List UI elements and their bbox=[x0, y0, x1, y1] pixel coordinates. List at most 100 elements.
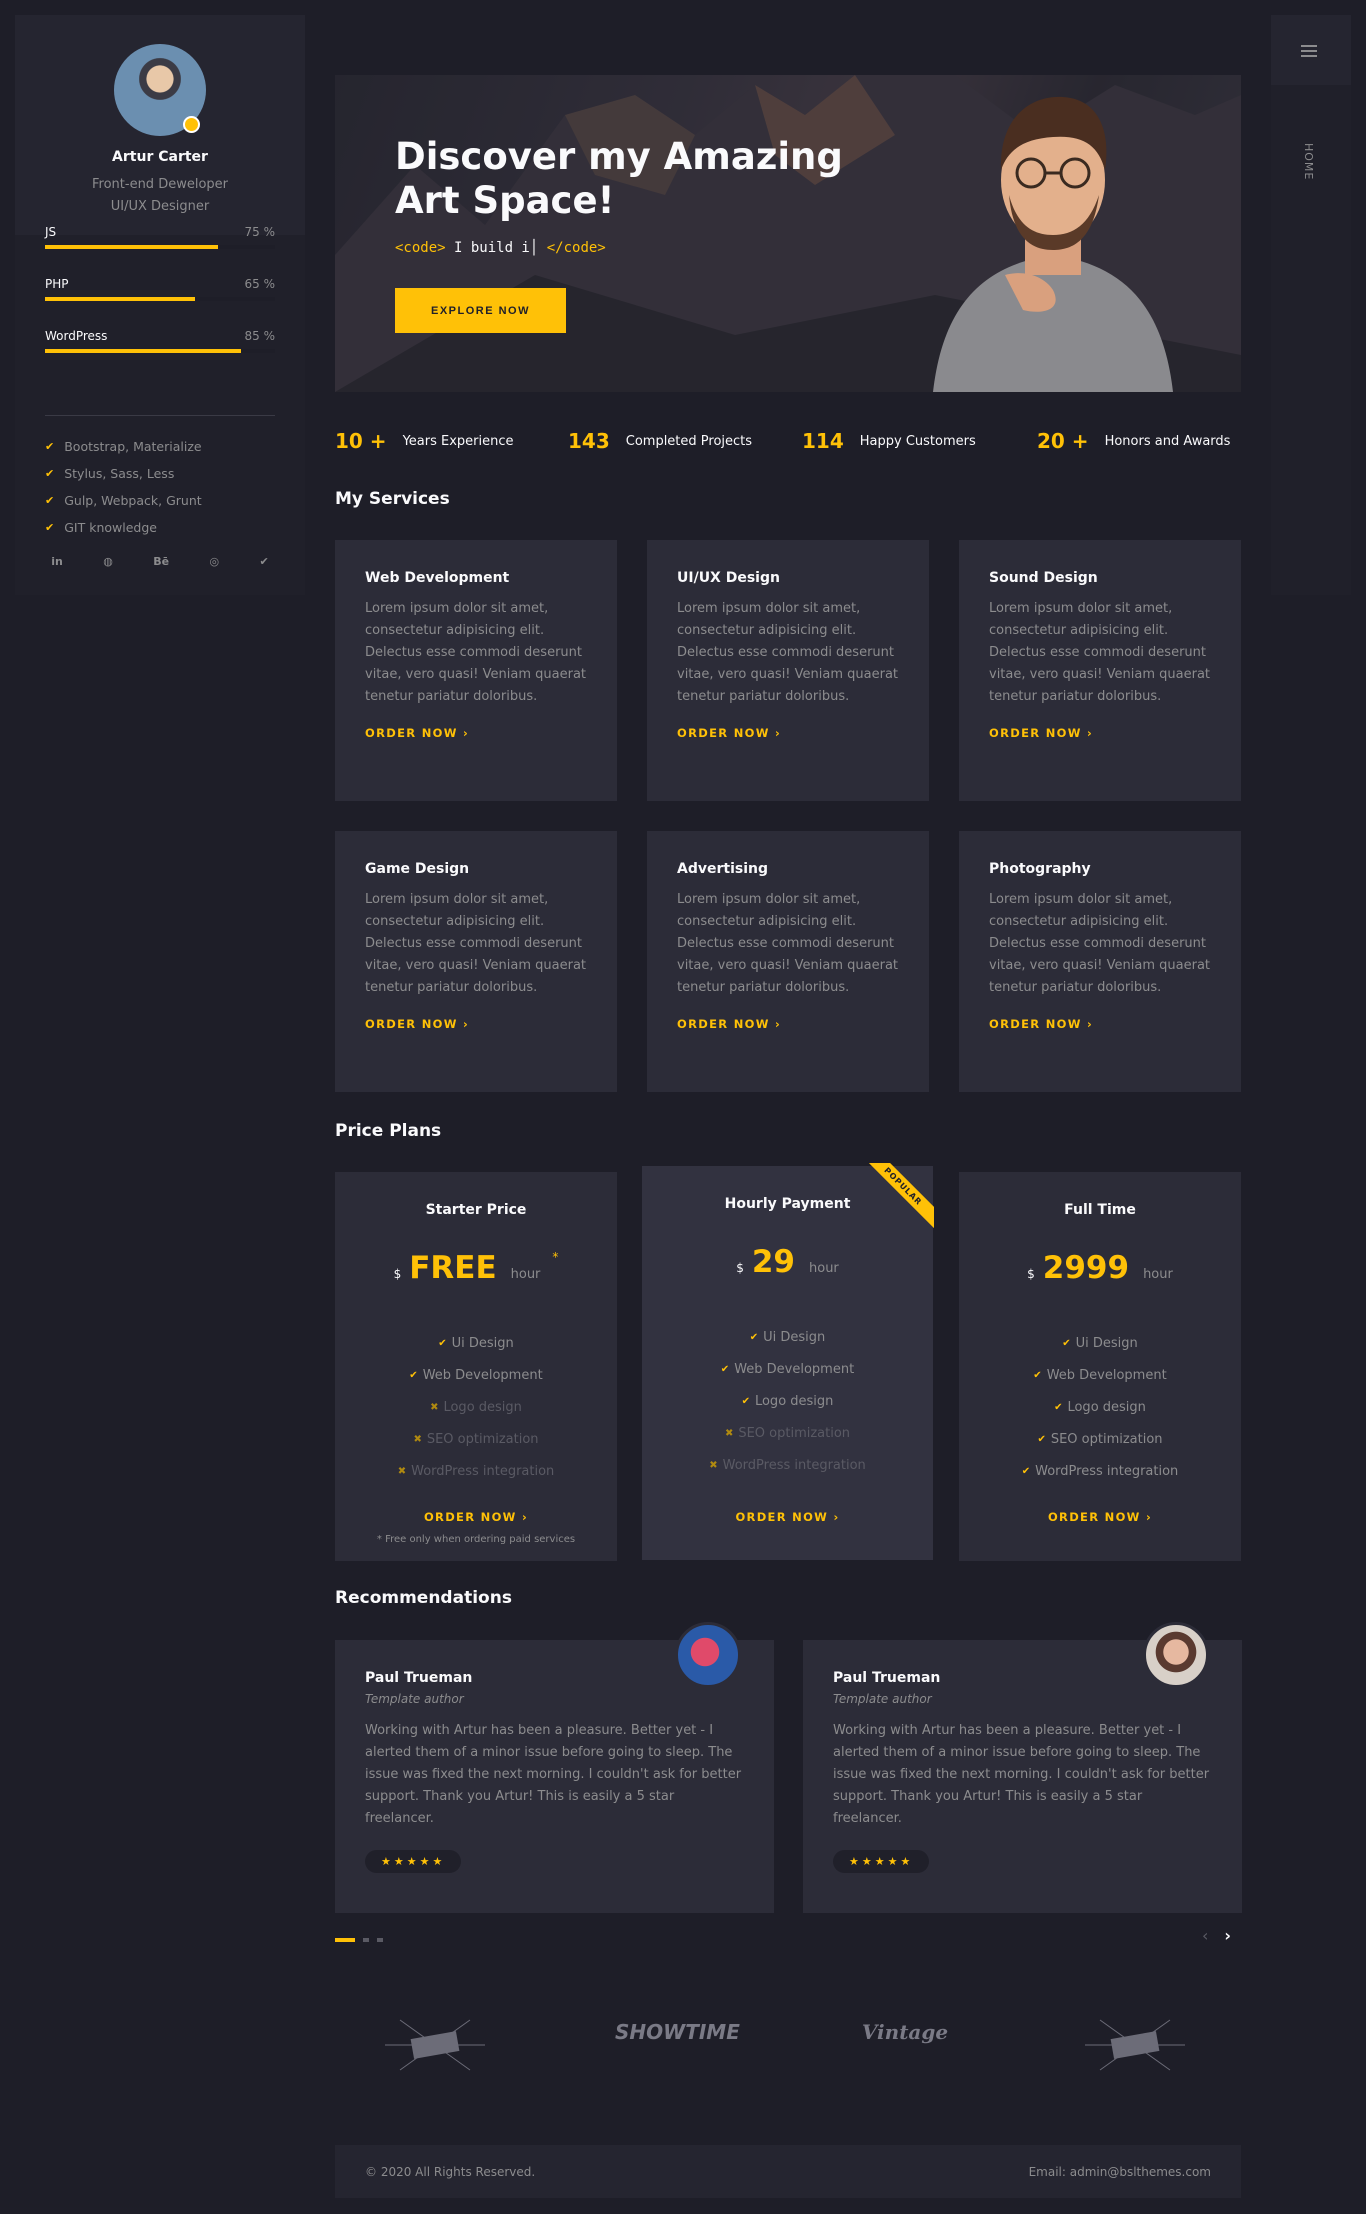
price-plan-card: Starter Price $ FREE hour * ✔ Ui Design ✔ Web … bbox=[335, 1172, 617, 1561]
plan-price: $ FREE hour * bbox=[393, 1250, 559, 1286]
cross-icon: ✖ bbox=[397, 1465, 407, 1477]
behance-icon[interactable]: Bē bbox=[153, 555, 169, 568]
order-now-link[interactable]: ORDER NOW › bbox=[365, 726, 587, 740]
plan-order-button[interactable]: ORDER NOW › bbox=[335, 1510, 617, 1524]
check-icon: ✔ bbox=[749, 1331, 759, 1343]
plan-order-button[interactable]: ORDER NOW › bbox=[642, 1510, 933, 1524]
order-now-link[interactable]: ORDER NOW › bbox=[989, 726, 1211, 740]
knowledge-list: ✔ Bootstrap, Materialize ✔ Stylus, Sass, Le… bbox=[45, 433, 202, 541]
skill-percent: 65 % bbox=[244, 277, 276, 291]
cross-icon: ✖ bbox=[724, 1427, 734, 1439]
plan-feature: ✖ WordPress integration bbox=[397, 1463, 555, 1479]
menu-icon[interactable] bbox=[1301, 45, 1317, 60]
github-icon[interactable]: ◎ bbox=[210, 555, 220, 568]
check-icon: ✔ bbox=[45, 521, 55, 534]
profile-role-2: UI/UX Designer bbox=[110, 199, 210, 214]
chevron-right-icon: › bbox=[463, 726, 470, 740]
dribbble-icon[interactable]: ◍ bbox=[103, 555, 113, 568]
plan-note: * Free only when ordering paid services bbox=[376, 1534, 576, 1545]
profile-name: Artur Carter bbox=[112, 149, 208, 165]
service-card: Web Development Lorem ipsum dolor sit am… bbox=[335, 540, 617, 801]
check-icon: ✔ bbox=[741, 1395, 750, 1407]
chevron-right-icon: › bbox=[775, 726, 782, 740]
knowledge-item: ✔ Bootstrap, Materialize bbox=[45, 433, 202, 460]
plan-feature: ✔ Web Development bbox=[720, 1361, 855, 1377]
counters: 10 + Years Experience 143 Completed Projec… bbox=[335, 426, 1241, 456]
chevron-right-icon: › bbox=[775, 1017, 782, 1031]
brand-logo-showtime: SHOWTIME bbox=[615, 2020, 740, 2044]
profile-role-1: Front-end Deweloper bbox=[92, 177, 228, 192]
linkedin-icon[interactable]: in bbox=[51, 555, 63, 568]
check-icon: ✔ bbox=[1062, 1337, 1071, 1349]
skill-bar bbox=[45, 297, 275, 301]
cross-icon: ✖ bbox=[709, 1459, 718, 1471]
order-now-link[interactable]: ORDER NOW › bbox=[677, 726, 899, 740]
service-title: Advertising bbox=[677, 861, 768, 877]
cross-icon: ✖ bbox=[413, 1433, 422, 1445]
service-title: Photography bbox=[989, 861, 1091, 877]
plan-feature: ✖ SEO optimization bbox=[413, 1431, 539, 1447]
footer: © 2020 All Rights Reserved. Email: admin… bbox=[335, 2145, 1241, 2198]
plan-price: $29 hour bbox=[736, 1244, 839, 1280]
nav-home[interactable]: HOME bbox=[1302, 143, 1315, 180]
order-now-link[interactable]: ORDER NOW › bbox=[989, 1017, 1211, 1031]
reviewer-role: Template author bbox=[365, 1692, 464, 1706]
plan-name: Starter Price bbox=[425, 1202, 527, 1218]
plan-name: Full Time bbox=[1064, 1202, 1136, 1218]
knowledge-item: ✔ Stylus, Sass, Less bbox=[45, 460, 202, 487]
social-links: in ◍ Bē ◎ ✔ bbox=[15, 555, 305, 568]
plan-order-button[interactable]: ORDER NOW › bbox=[959, 1510, 1241, 1524]
skill-label: WordPress bbox=[45, 329, 108, 343]
carousel-arrows: ‹ › bbox=[1202, 1926, 1231, 1945]
plan-feature: ✖ Logo design bbox=[430, 1399, 522, 1415]
service-description: Lorem ipsum dolor sit amet, consectetur … bbox=[677, 892, 899, 995]
plan-feature: ✔ Web Development bbox=[409, 1367, 543, 1383]
order-now-link[interactable]: ORDER NOW › bbox=[365, 1017, 587, 1031]
service-title: UI/UX Design bbox=[677, 570, 780, 586]
sidebar: Artur Carter Front-end Deweloper UI/UX D… bbox=[15, 15, 305, 595]
knowledge-label: Gulp, Webpack, Grunt bbox=[64, 493, 202, 508]
testimonial-text: Working with Artur has been a pleasure. … bbox=[833, 1723, 1210, 1826]
carousel-dot[interactable] bbox=[377, 1938, 383, 1942]
service-description: Lorem ipsum dolor sit amet, consectetur … bbox=[989, 601, 1211, 704]
service-card: Game Design Lorem ipsum dolor sit amet, … bbox=[335, 831, 617, 1092]
check-icon: ✔ bbox=[1033, 1369, 1042, 1381]
check-icon: ✔ bbox=[720, 1363, 730, 1375]
knowledge-label: Bootstrap, Materialize bbox=[64, 439, 202, 454]
chevron-right-icon: › bbox=[1087, 1017, 1094, 1031]
service-description: Lorem ipsum dolor sit amet, consectetur … bbox=[365, 601, 587, 704]
plan-feature: ✔ Ui Design bbox=[749, 1329, 826, 1345]
right-rail: HOME bbox=[1271, 15, 1351, 595]
order-now-link[interactable]: ORDER NOW › bbox=[677, 1017, 899, 1031]
plan-feature: ✔ Logo design bbox=[1054, 1399, 1146, 1415]
plan-name: Hourly Payment bbox=[724, 1196, 851, 1212]
next-arrow-icon[interactable]: › bbox=[1224, 1926, 1231, 1945]
hero-title: Discover my Amazing Art Space! bbox=[395, 135, 843, 222]
carousel-dot-active[interactable] bbox=[335, 1938, 355, 1942]
skills-list: JS 75 % PHP 65 % WordPress 85 % bbox=[45, 225, 276, 375]
skill-item: JS 75 % bbox=[45, 219, 275, 271]
counter-awards: 20 + Honors and Awards bbox=[1037, 429, 1231, 453]
check-icon: ✔ bbox=[45, 494, 55, 507]
check-icon: ✔ bbox=[45, 467, 55, 480]
twitter-icon[interactable]: ✔ bbox=[260, 555, 269, 568]
plan-features: ✔ Ui Design ✔ Web Development ✖ Logo design ✖ S… bbox=[335, 1327, 617, 1487]
skill-bar bbox=[45, 349, 275, 353]
recommendations-heading: Recommendations bbox=[335, 1588, 512, 1608]
sidebar-header: Artur Carter Front-end Deweloper UI/UX D… bbox=[15, 15, 305, 235]
service-description: Lorem ipsum dolor sit amet, consectetur … bbox=[677, 601, 899, 704]
plan-feature: ✖ WordPress integration bbox=[709, 1457, 866, 1473]
brand-logo-4 bbox=[1080, 2005, 1190, 2085]
carousel-dot[interactable] bbox=[363, 1938, 369, 1942]
skill-bar-fill bbox=[45, 297, 195, 301]
counter-experience: 10 + Years Experience bbox=[335, 429, 514, 453]
explore-now-button[interactable]: EXPLORE NOW bbox=[395, 288, 566, 333]
reviewer-role: Template author bbox=[833, 1692, 932, 1706]
skill-bar-fill bbox=[45, 349, 241, 353]
service-title: Sound Design bbox=[989, 570, 1098, 586]
footer-email[interactable]: Email: admin@bslthemes.com bbox=[1029, 2165, 1211, 2179]
prev-arrow-icon[interactable]: ‹ bbox=[1202, 1926, 1208, 1945]
plan-feature: ✔ Logo design bbox=[741, 1393, 834, 1409]
skill-percent: 75 % bbox=[244, 225, 276, 239]
divider bbox=[45, 415, 275, 416]
